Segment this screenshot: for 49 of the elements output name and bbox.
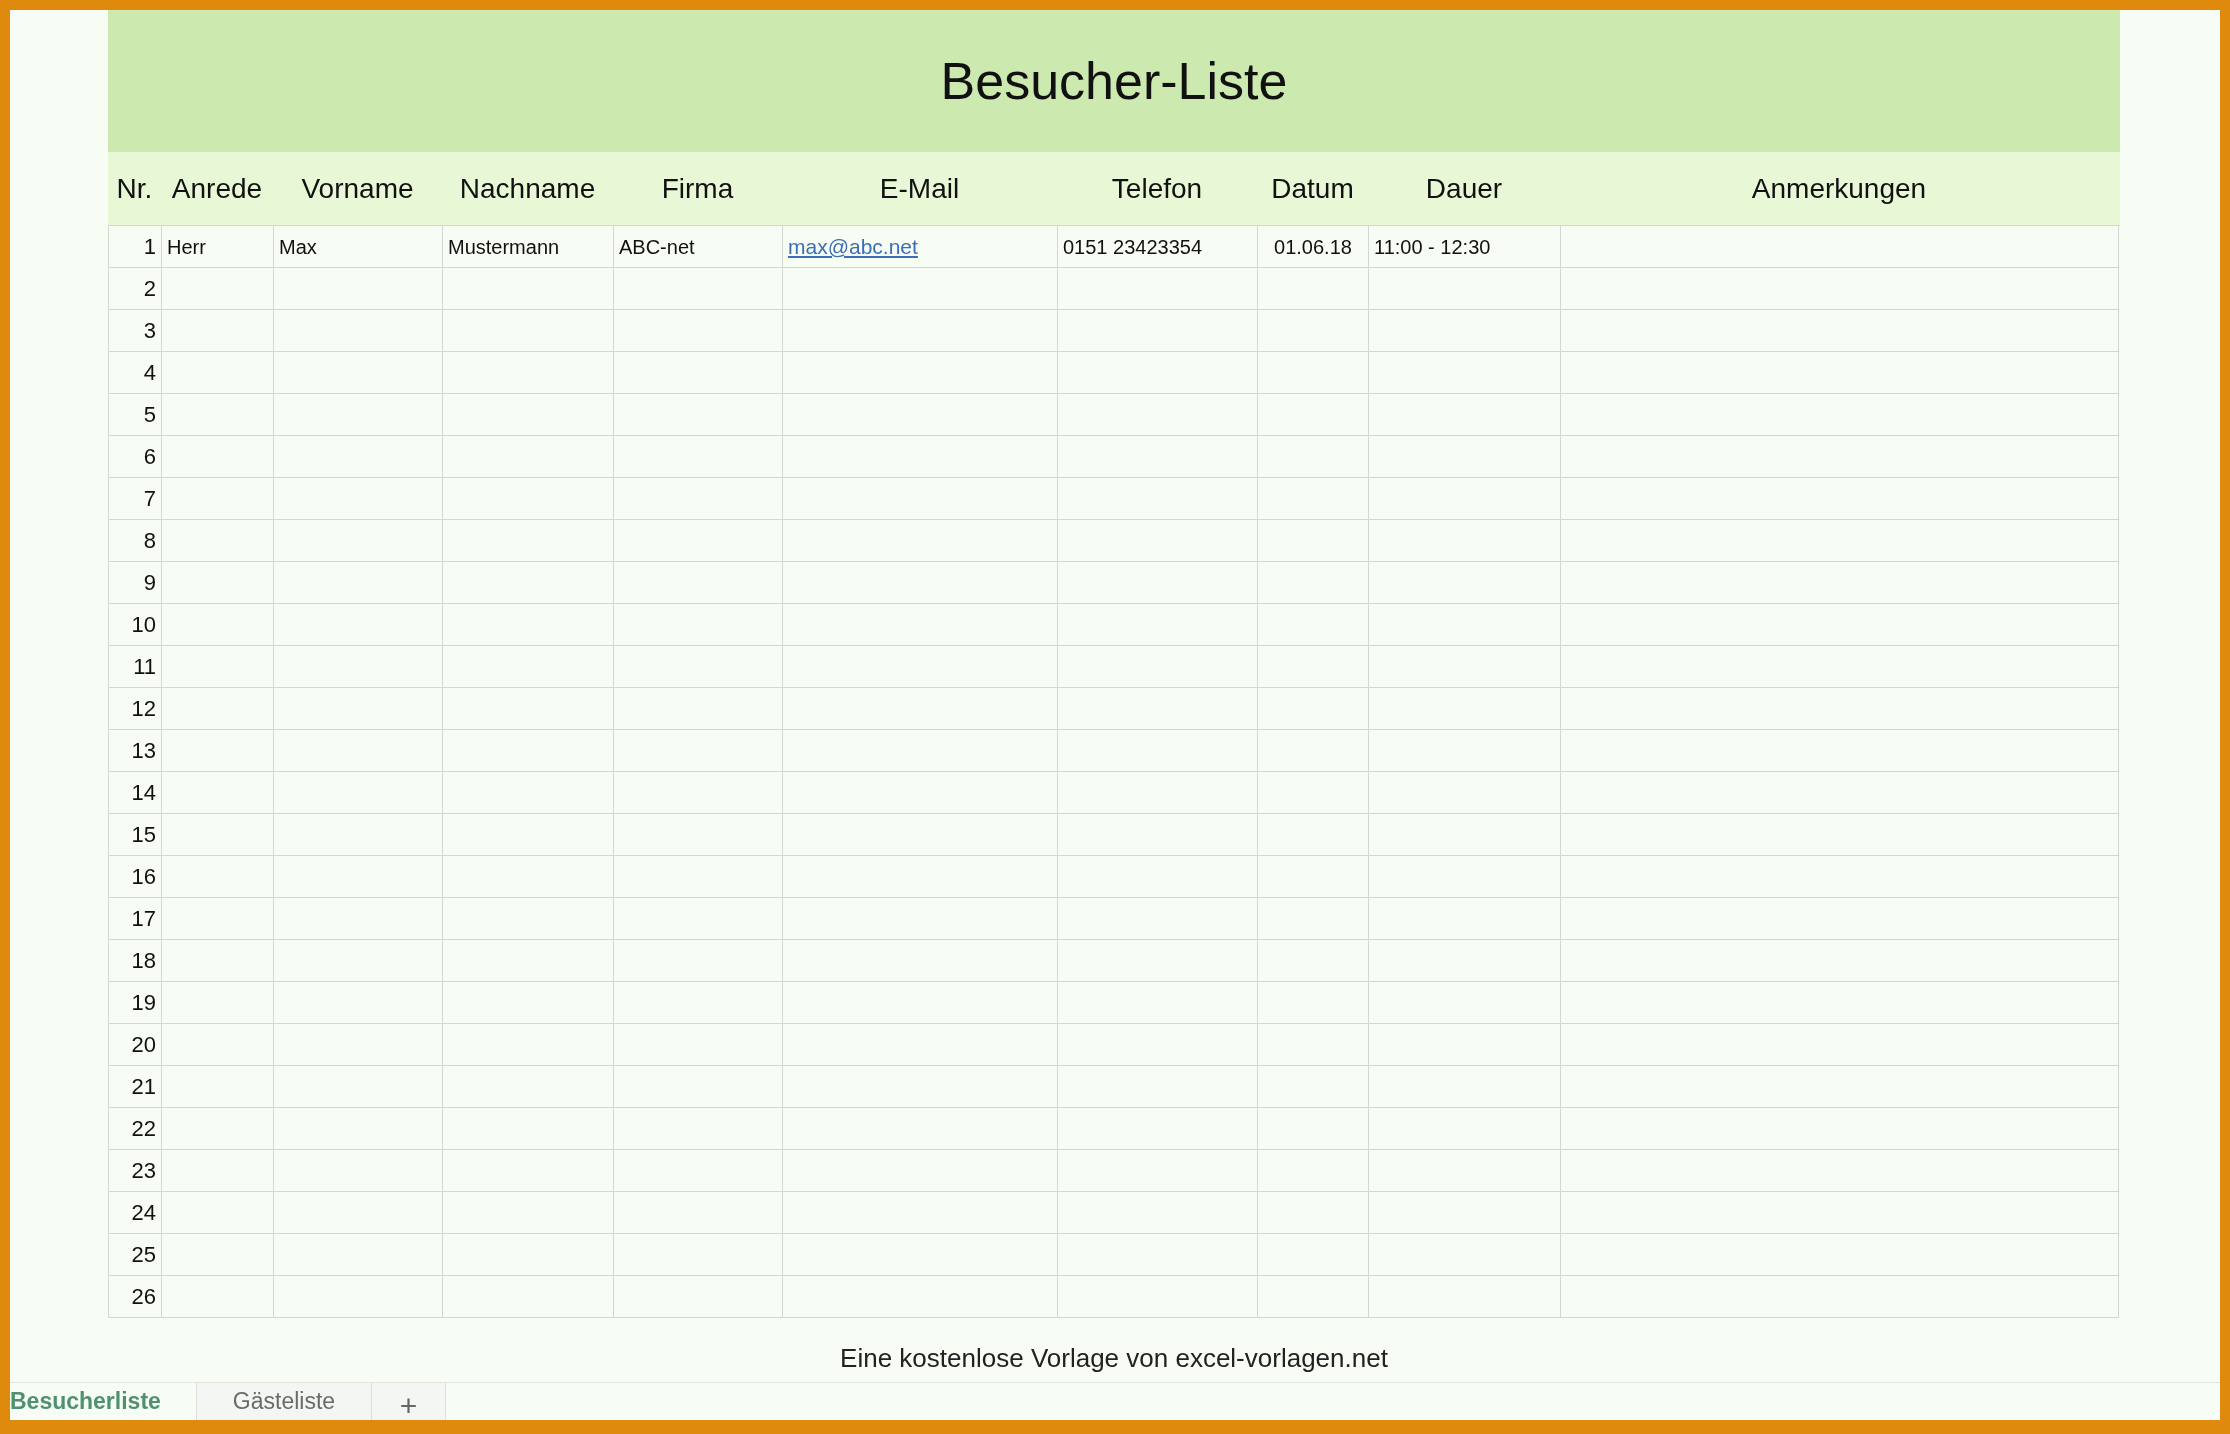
footer-note: Eine kostenlose Vorlage von excel-vorlagen.net: [840, 1342, 1388, 1375]
column-header: Firma: [661, 171, 734, 206]
table-cell: Max: [274, 226, 443, 268]
column-header: Telefon: [1111, 171, 1203, 206]
email-link[interactable]: max@abc.net: [788, 230, 918, 263]
column-header: E-Mail: [879, 171, 960, 206]
table-cell: 0151 23423354: [1058, 226, 1258, 268]
row-number-cell: 13: [109, 730, 162, 772]
row-number-cell: 5: [109, 394, 162, 436]
add-sheet-button[interactable]: +: [372, 1383, 446, 1420]
column-header: Anmerkungen: [1751, 171, 1927, 206]
sheet-title: Besucher-Liste: [940, 51, 1288, 112]
row-number-cell: 21: [109, 1066, 162, 1108]
row-number-cell: 20: [109, 1024, 162, 1066]
column-header: Vorname: [301, 171, 414, 206]
row-number-cell: 15: [109, 814, 162, 856]
table-cell: ABC-net: [614, 226, 783, 268]
table-cell: 01.06.18: [1258, 226, 1369, 268]
column-header: Nr.: [116, 171, 153, 206]
column-header: Dauer: [1425, 171, 1503, 206]
row-number-cell: 8: [109, 520, 162, 562]
table-cell: 11:00 - 12:30: [1369, 226, 1561, 268]
sheet-tab[interactable]: Besucherliste: [10, 1383, 197, 1420]
row-number-cell: 17: [109, 898, 162, 940]
row-number-cell: 3: [109, 310, 162, 352]
table-cell: Herr: [162, 226, 274, 268]
row-number-cell: 23: [109, 1150, 162, 1192]
row-number-cell: 22: [109, 1108, 162, 1150]
column-header: Anrede: [171, 171, 263, 206]
row-number-cell: 12: [109, 688, 162, 730]
row-number-cell: 7: [109, 478, 162, 520]
row-number-cell: 14: [109, 772, 162, 814]
row-number-cell: 9: [109, 562, 162, 604]
row-number-cell: 19: [109, 982, 162, 1024]
row-number-cell: 25: [109, 1234, 162, 1276]
row-number-cell: 1: [109, 226, 162, 268]
row-number-cell: 24: [109, 1192, 162, 1234]
row-number-cell: 10: [109, 604, 162, 646]
sheet-tab[interactable]: Gästeliste: [197, 1383, 372, 1420]
row-number-cell: 11: [109, 646, 162, 688]
row-number-cell: 18: [109, 940, 162, 982]
row-number-cell: 6: [109, 436, 162, 478]
table-cell: Mustermann: [443, 226, 614, 268]
row-number-cell: 26: [109, 1276, 162, 1318]
row-number-cell: 16: [109, 856, 162, 898]
row-number-cell: 4: [109, 352, 162, 394]
column-header: Nachname: [459, 171, 596, 206]
column-header: Datum: [1271, 171, 1354, 206]
row-number-cell: 2: [109, 268, 162, 310]
